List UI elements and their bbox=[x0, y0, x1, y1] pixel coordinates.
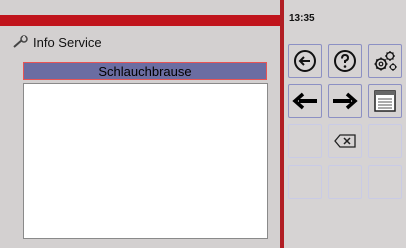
page-title: Info Service bbox=[12, 33, 102, 51]
main-panel: Info Service Schlauchbrause bbox=[0, 0, 280, 248]
arrow-left-button[interactable] bbox=[288, 84, 322, 118]
key-empty-1 bbox=[288, 124, 322, 158]
settings-gears-icon bbox=[374, 51, 397, 71]
backspace-button[interactable] bbox=[328, 124, 362, 158]
page-title-text: Info Service bbox=[33, 34, 102, 50]
backspace-icon bbox=[334, 134, 356, 148]
help-icon bbox=[334, 50, 356, 72]
settings-button[interactable] bbox=[368, 44, 402, 78]
key-empty-4 bbox=[328, 165, 362, 199]
help-button[interactable] bbox=[328, 44, 362, 78]
back-icon bbox=[294, 50, 316, 72]
window-icon bbox=[374, 90, 396, 112]
wrench-icon bbox=[13, 35, 28, 48]
arrow-right-icon bbox=[333, 92, 358, 110]
header-bar bbox=[0, 15, 280, 26]
key-empty-5 bbox=[368, 165, 402, 199]
selected-item-label: Schlauchbrause bbox=[98, 63, 192, 79]
item-list[interactable] bbox=[23, 83, 268, 239]
clock: 13:35 bbox=[289, 13, 315, 24]
arrow-left-icon bbox=[292, 92, 317, 110]
arrow-right-button[interactable] bbox=[328, 84, 362, 118]
key-empty-3 bbox=[288, 165, 322, 199]
selected-item-button[interactable]: Schlauchbrause bbox=[23, 62, 267, 80]
back-button[interactable] bbox=[288, 44, 322, 78]
window-button[interactable] bbox=[368, 84, 402, 118]
key-empty-2 bbox=[368, 124, 402, 158]
